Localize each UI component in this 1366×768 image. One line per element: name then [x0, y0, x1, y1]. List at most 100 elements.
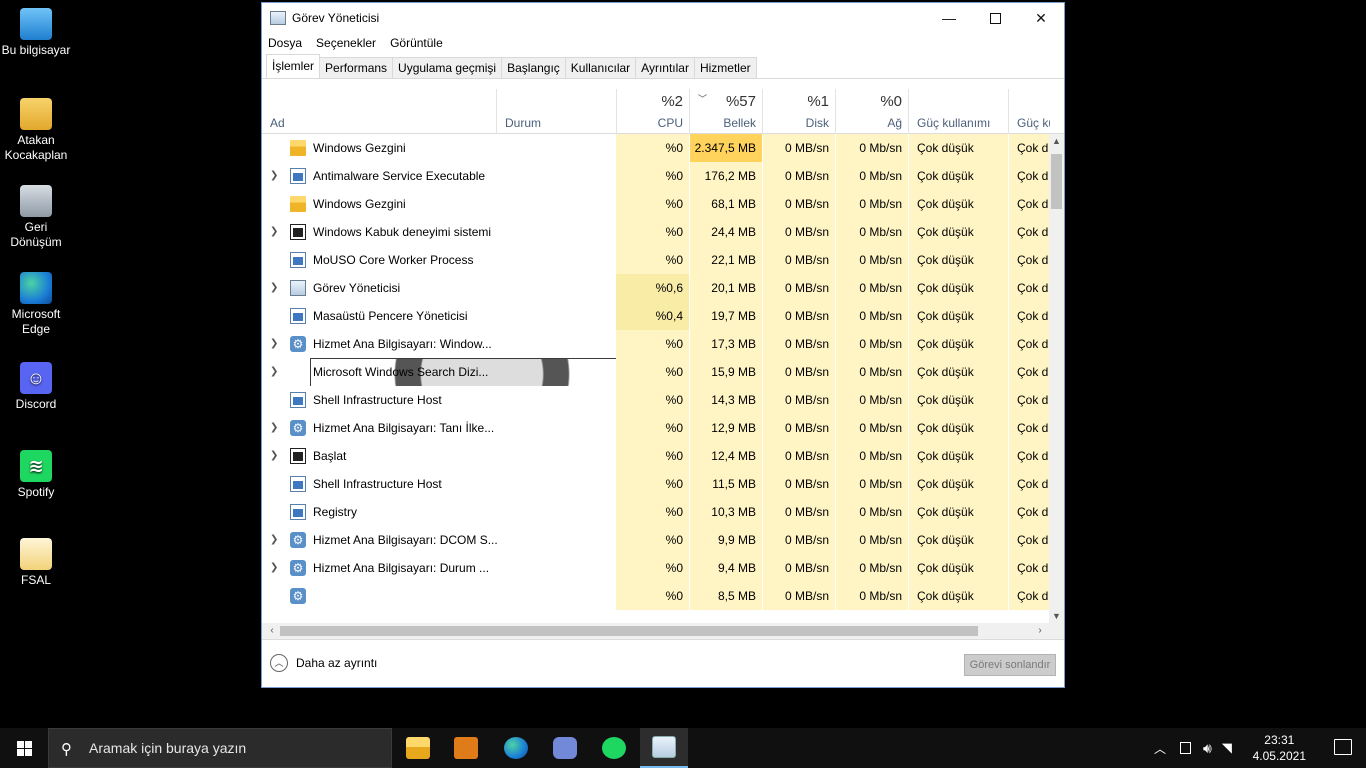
tab-startup[interactable]: Başlangıç: [501, 57, 566, 78]
taskbar-task-manager[interactable]: [640, 728, 688, 768]
column-header-power-trend[interactable]: Güç kulla: [1008, 89, 1050, 134]
column-header-power[interactable]: Güç kullanımı: [908, 89, 1008, 134]
table-row[interactable]: Registry %0 10,3 MB 0 MB/sn 0 Mb/sn Çok düşük…: [262, 498, 1064, 526]
tab-app-history[interactable]: Uygulama geçmişi: [392, 57, 503, 78]
disk-cell: 0 MB/sn: [762, 218, 835, 246]
memory-cell: 2.347,5 MB: [689, 134, 762, 162]
end-task-button[interactable]: Görevi sonlandır: [964, 654, 1056, 676]
title-bar[interactable]: Görev Yöneticisi — ✕: [262, 3, 1064, 33]
table-row[interactable]: ❯ ⚙ Hizmet Ana Bilgisayarı: Durum ... %0 9,4…: [262, 554, 1064, 582]
power-cell: Çok düşük: [908, 246, 1008, 274]
table-row[interactable]: ❯ ⚙ Hizmet Ana Bilgisayarı: Tanı İlke... %0…: [262, 414, 1064, 442]
vertical-scrollbar[interactable]: ▲ ▼: [1049, 134, 1064, 624]
column-header-cpu[interactable]: %2 CPU: [616, 89, 689, 134]
scroll-down-icon[interactable]: ▼: [1049, 609, 1064, 624]
tab-performance[interactable]: Performans: [319, 57, 394, 78]
table-row[interactable]: ⚙ %08,5 MB0 MB/sn0 Mb/snÇok düşükÇok dü: [262, 582, 1064, 610]
process-name: Windows Gezgini: [313, 141, 406, 155]
expand-chevron-icon[interactable]: ❯: [270, 162, 278, 190]
desktop-icon-spotify[interactable]: ≋ Spotify: [0, 450, 72, 500]
cpu-cell: %0: [616, 358, 689, 386]
desktop-icon-label: Discord: [15, 397, 57, 411]
table-row[interactable]: MoUSO Core Worker Process %0 22,1 MB 0 MB/s…: [262, 246, 1064, 274]
maximize-button[interactable]: [972, 3, 1018, 33]
table-row[interactable]: ❯ Antimalware Service Executable %0 176,2 M…: [262, 162, 1064, 190]
menu-view[interactable]: Görüntüle: [390, 36, 443, 50]
table-row[interactable]: Windows Gezgini %0 2.347,5 MB 0 MB/sn 0 Mb/s…: [262, 134, 1064, 162]
expand-chevron-icon[interactable]: ❯: [270, 218, 278, 246]
power-trend-cell: Çok dü: [1008, 218, 1050, 246]
menu-options[interactable]: Seçenekler: [316, 36, 376, 50]
table-row[interactable]: ❯ ⚙ Hizmet Ana Bilgisayarı: Window... %0 17,…: [262, 330, 1064, 358]
desktop-icon-edge[interactable]: Microsoft Edge: [0, 272, 72, 337]
taskbar-media-player[interactable]: [442, 728, 490, 768]
desktop-icon-discord[interactable]: ☺ Discord: [0, 362, 72, 412]
minimize-button[interactable]: —: [926, 3, 972, 33]
process-icon: [290, 280, 306, 296]
scroll-up-icon[interactable]: ▲: [1049, 134, 1064, 149]
table-row[interactable]: Shell Infrastructure Host %0 14,3 MB 0 MB/s…: [262, 386, 1064, 414]
process-name-cell: ❯ ⚙ Hizmet Ana Bilgisayarı: Tanı İlke...: [262, 414, 616, 442]
disk-cell: 0 MB/sn: [762, 526, 835, 554]
tab-processes[interactable]: İşlemler: [266, 54, 321, 78]
cpu-cell: %0: [616, 218, 689, 246]
volume-icon[interactable]: 🔊︎: [1203, 740, 1212, 757]
scrollbar-thumb[interactable]: [1051, 154, 1062, 209]
taskbar-discord[interactable]: [541, 728, 589, 768]
power-trend-cell: Çok dü: [1008, 190, 1050, 218]
scroll-right-icon[interactable]: ›: [1032, 623, 1048, 639]
expand-chevron-icon[interactable]: ❯: [270, 358, 278, 386]
start-button[interactable]: [0, 728, 48, 768]
table-row[interactable]: Shell Infrastructure Host %0 11,5 MB 0 MB/s…: [262, 470, 1064, 498]
column-header-status[interactable]: Durum: [496, 89, 616, 134]
table-row[interactable]: ❯ ⚙ Hizmet Ana Bilgisayarı: DCOM S... %0 9,9…: [262, 526, 1064, 554]
tray-device-icon[interactable]: [1180, 742, 1192, 754]
clock-time: 23:31: [1264, 733, 1295, 747]
task-manager-window: Görev Yöneticisi — ✕ Dosya Seçenekler Gö…: [261, 2, 1065, 688]
notification-center-icon[interactable]: [1334, 739, 1352, 755]
column-header-disk[interactable]: %1 Disk: [762, 89, 835, 134]
process-name-cell: Registry: [262, 498, 616, 526]
table-row[interactable]: ❯ Başlat %0 12,4 MB 0 MB/sn 0 Mb/sn Çok düşük Ç…: [262, 442, 1064, 470]
scrollbar-thumb[interactable]: [280, 626, 978, 636]
taskbar-edge[interactable]: [492, 728, 540, 768]
expand-chevron-icon[interactable]: ❯: [270, 526, 278, 554]
close-button[interactable]: ✕: [1018, 3, 1064, 33]
table-row[interactable]: ❯ Windows Kabuk deneyimi sistemi %0 24,4 MB…: [262, 218, 1064, 246]
tab-details[interactable]: Ayrıntılar: [635, 57, 695, 78]
scroll-left-icon[interactable]: ‹: [264, 623, 280, 639]
desktop-icon-recycle-bin[interactable]: Geri Dönüşüm: [0, 185, 72, 250]
expand-chevron-icon[interactable]: ❯: [270, 414, 278, 442]
expand-chevron-icon[interactable]: ❯: [270, 330, 278, 358]
table-row[interactable]: Windows Gezgini %0 68,1 MB 0 MB/sn 0 Mb/sn Ço…: [262, 190, 1064, 218]
desktop-icon-this-pc[interactable]: Bu bilgisayar: [0, 8, 72, 58]
tab-services[interactable]: Hizmetler: [693, 57, 757, 78]
clock[interactable]: 23:31 4.05.2021: [1253, 732, 1306, 764]
table-row[interactable]: ❯ Microsoft Windows Search Dizi... %0 15,9 …: [262, 358, 1064, 386]
expand-chevron-icon[interactable]: ❯: [270, 554, 278, 582]
taskbar-spotify[interactable]: [590, 728, 638, 768]
menu-file[interactable]: Dosya: [268, 36, 302, 50]
this-pc-icon: [20, 8, 52, 40]
desktop-icon-fsal[interactable]: FSAL: [0, 538, 72, 588]
horizontal-scrollbar[interactable]: ‹ ›: [262, 623, 1064, 639]
chevron-up-icon[interactable]: ︿: [1154, 740, 1166, 757]
memory-cell: 8,5 MB: [689, 582, 762, 610]
column-header-network[interactable]: %0 Ağ: [835, 89, 908, 134]
network-icon[interactable]: ◥: [1222, 740, 1232, 756]
tab-users[interactable]: Kullanıcılar: [564, 57, 637, 78]
disk-cell: 0 MB/sn: [762, 414, 835, 442]
expand-chevron-icon[interactable]: ❯: [270, 274, 278, 302]
column-header-memory[interactable]: ﹀ %57 Bellek: [689, 89, 762, 134]
process-name-cell: Masaüstü Pencere Yöneticisi: [262, 302, 616, 330]
expand-chevron-icon[interactable]: ❯: [270, 442, 278, 470]
table-row[interactable]: ❯ Görev Yöneticisi %0,6 20,1 MB 0 MB/sn 0 Mb/…: [262, 274, 1064, 302]
taskbar-file-explorer[interactable]: [394, 728, 442, 768]
desktop-icon-user-folder[interactable]: Atakan Kocakaplan: [0, 98, 72, 163]
column-header-name[interactable]: Ad: [262, 89, 496, 134]
fewer-details-button[interactable]: ︿ Daha az ayrıntı: [270, 654, 377, 672]
taskbar-search[interactable]: ⚲ Aramak için buraya yazın: [48, 728, 392, 768]
recycle-bin-icon: [20, 185, 52, 217]
process-name-cell: ❯ Görev Yöneticisi: [262, 274, 616, 302]
table-row[interactable]: Masaüstü Pencere Yöneticisi %0,4 19,7 MB 0 …: [262, 302, 1064, 330]
